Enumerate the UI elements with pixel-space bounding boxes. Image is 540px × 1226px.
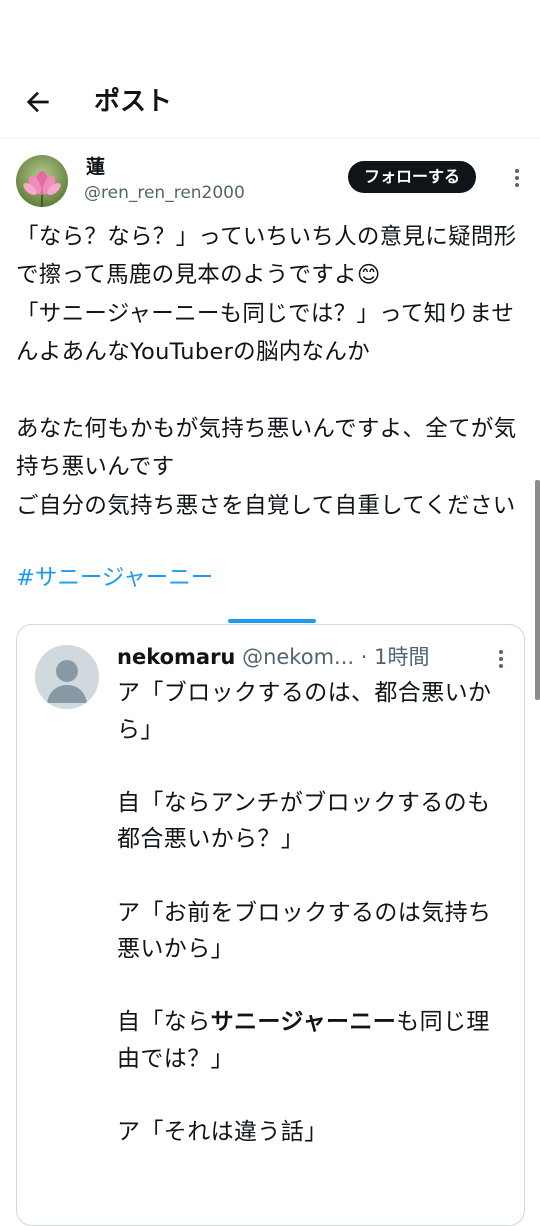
author-name[interactable]: 蓮	[86, 154, 105, 180]
quoted-line: 自「ならアンチがブロックするのも都合悪いから？」	[117, 789, 491, 853]
top-bar: ポスト	[0, 70, 540, 139]
page-title: ポスト	[94, 87, 173, 117]
post-author: 蓮 @ren_ren_ren2000 フォローする	[0, 150, 540, 210]
back-arrow-icon[interactable]	[22, 86, 54, 118]
timestamp[interactable]: 1時間	[374, 645, 429, 669]
quoted-more-icon[interactable]	[498, 649, 504, 669]
lotus-image	[16, 155, 68, 207]
quoted-line: ア「お前をブロックするのは気持ち悪いから」	[117, 899, 492, 963]
quoted-line: ア「ブロックするのは、都合悪いから」	[117, 680, 492, 743]
quoted-line: ア「それは違う話」	[117, 1119, 328, 1146]
quoted-author-name[interactable]: nekomaru	[117, 645, 235, 669]
quoted-author-handle[interactable]: @nekom...	[242, 645, 354, 669]
default-user-icon	[35, 645, 99, 709]
quoted-post[interactable]: nekomaru @nekom... · 1時間 ア「ブロックするのは、都合悪い…	[16, 624, 525, 1226]
separator: ·	[354, 645, 375, 669]
scrollbar[interactable]	[535, 480, 540, 700]
quoted-line: 自「なら	[117, 1009, 211, 1036]
post-text: 「なら？なら？」っていちいち人の意見に疑問形で擦って馬鹿の見本のようですよ😊 「…	[16, 224, 517, 519]
scroll-indicator	[228, 619, 316, 623]
author-handle[interactable]: @ren_ren_ren2000	[84, 182, 245, 204]
hashtag-link[interactable]: #サニージャーニー	[16, 560, 213, 596]
quoted-header: nekomaru @nekom... · 1時間	[117, 641, 487, 673]
follow-button[interactable]: フォローする	[348, 161, 477, 193]
quoted-text: ア「ブロックするのは、都合悪いから」 自「ならアンチがブロックするのも都合悪いか…	[117, 675, 507, 1151]
quoted-author-avatar[interactable]	[35, 645, 99, 709]
more-options-icon[interactable]	[514, 168, 520, 188]
author-avatar[interactable]	[16, 155, 68, 207]
quoted-bold-keyword: サニージャーニー	[210, 1009, 397, 1036]
